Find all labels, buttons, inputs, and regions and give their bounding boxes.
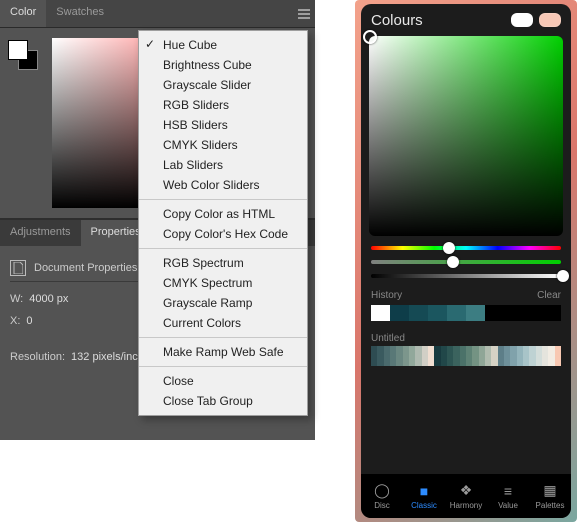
- menu-item[interactable]: Web Color Sliders: [139, 175, 307, 195]
- tab-color[interactable]: Color: [0, 0, 46, 27]
- menu-item[interactable]: Current Colors: [139, 313, 307, 333]
- menu-item[interactable]: Grayscale Ramp: [139, 293, 307, 313]
- menu-separator: [139, 248, 307, 249]
- history-swatch[interactable]: [466, 305, 485, 321]
- tab-swatches[interactable]: Swatches: [46, 0, 114, 27]
- value-slider[interactable]: [371, 274, 561, 278]
- history-swatch[interactable]: [485, 305, 504, 321]
- menu-item[interactable]: Make Ramp Web Safe: [139, 342, 307, 362]
- colours-header: Colours: [361, 4, 571, 36]
- colour-cursor[interactable]: [363, 30, 377, 44]
- x-label: X:: [10, 310, 20, 332]
- width-value[interactable]: 4000 px: [29, 288, 68, 310]
- history-swatch[interactable]: [371, 305, 390, 321]
- history-label: History: [371, 290, 402, 301]
- hue-slider-knob[interactable]: [443, 242, 455, 254]
- clear-history-button[interactable]: Clear: [537, 290, 561, 301]
- nav-classic[interactable]: ■ Classic: [407, 483, 441, 510]
- menu-item[interactable]: HSB Sliders: [139, 115, 307, 135]
- document-properties-title: Document Properties: [34, 257, 137, 279]
- harmony-icon: ❖: [458, 483, 474, 499]
- history-swatch[interactable]: [390, 305, 409, 321]
- menu-separator: [139, 366, 307, 367]
- procreate-colours-panel: Colours History Clear Untitled ◯ Disc ■: [361, 4, 571, 518]
- menu-item[interactable]: ✓Hue Cube: [139, 35, 307, 55]
- palette-swatch[interactable]: [555, 346, 561, 366]
- procreate-background: Colours History Clear Untitled ◯ Disc ■: [355, 0, 577, 522]
- nav-palettes-label: Palettes: [536, 501, 565, 510]
- history-swatch[interactable]: [428, 305, 447, 321]
- history-swatch[interactable]: [504, 305, 523, 321]
- palettes-icon: ▦: [542, 483, 558, 499]
- width-label: W:: [10, 288, 23, 310]
- menu-item[interactable]: RGB Sliders: [139, 95, 307, 115]
- palette-grid: [361, 346, 571, 372]
- colour-mode-nav: ◯ Disc ■ Classic ❖ Harmony ≡ Value ▦ Pal…: [361, 474, 571, 518]
- nav-value[interactable]: ≡ Value: [491, 483, 525, 510]
- nav-harmony-label: Harmony: [450, 501, 482, 510]
- value-slider-knob[interactable]: [557, 270, 569, 282]
- menu-item[interactable]: CMYK Sliders: [139, 135, 307, 155]
- menu-separator: [139, 199, 307, 200]
- color-panel-context-menu: ✓Hue CubeBrightness CubeGrayscale Slider…: [138, 30, 308, 416]
- nav-palettes[interactable]: ▦ Palettes: [533, 483, 567, 510]
- nav-value-label: Value: [498, 501, 518, 510]
- resolution-label: Resolution:: [10, 346, 65, 368]
- colour-history-row: [361, 305, 571, 327]
- tab-adjustments[interactable]: Adjustments: [0, 220, 81, 246]
- menu-separator: [139, 337, 307, 338]
- menu-item[interactable]: Grayscale Slider: [139, 75, 307, 95]
- saturation-slider[interactable]: [371, 260, 561, 264]
- menu-item[interactable]: Lab Sliders: [139, 155, 307, 175]
- history-swatch[interactable]: [409, 305, 428, 321]
- secondary-colour-swatch[interactable]: [539, 13, 561, 27]
- menu-item[interactable]: Close: [139, 371, 307, 391]
- value-icon: ≡: [500, 483, 516, 499]
- primary-colour-swatch[interactable]: [511, 13, 533, 27]
- history-swatch[interactable]: [542, 305, 561, 321]
- colour-sliders: [371, 246, 561, 278]
- nav-disc-label: Disc: [374, 501, 390, 510]
- nav-harmony[interactable]: ❖ Harmony: [449, 483, 483, 510]
- history-swatch[interactable]: [523, 305, 542, 321]
- x-value[interactable]: 0: [26, 310, 32, 332]
- menu-item[interactable]: Close Tab Group: [139, 391, 307, 411]
- document-icon: [10, 260, 26, 276]
- nav-classic-label: Classic: [411, 501, 437, 510]
- classic-colour-picker[interactable]: [369, 36, 563, 236]
- color-panel-tabs: Color Swatches: [0, 0, 315, 28]
- menu-item[interactable]: Brightness Cube: [139, 55, 307, 75]
- classic-icon: ■: [416, 483, 432, 499]
- resolution-value[interactable]: 132 pixels/inch: [71, 346, 144, 368]
- foreground-color-swatch[interactable]: [8, 40, 28, 60]
- menu-item[interactable]: Copy Color as HTML: [139, 204, 307, 224]
- foreground-background-swatches[interactable]: [8, 40, 38, 70]
- panel-flyout-button[interactable]: [293, 0, 315, 27]
- menu-item[interactable]: CMYK Spectrum: [139, 273, 307, 293]
- hamburger-icon: [297, 7, 311, 21]
- colours-title: Colours: [371, 12, 505, 29]
- nav-disc[interactable]: ◯ Disc: [365, 483, 399, 510]
- history-section-header: History Clear: [361, 282, 571, 305]
- menu-item[interactable]: Copy Color's Hex Code: [139, 224, 307, 244]
- hue-slider[interactable]: [371, 246, 561, 250]
- history-swatch[interactable]: [447, 305, 466, 321]
- disc-icon: ◯: [374, 483, 390, 499]
- menu-item[interactable]: RGB Spectrum: [139, 253, 307, 273]
- palette-label[interactable]: Untitled: [361, 327, 571, 346]
- saturation-slider-knob[interactable]: [447, 256, 459, 268]
